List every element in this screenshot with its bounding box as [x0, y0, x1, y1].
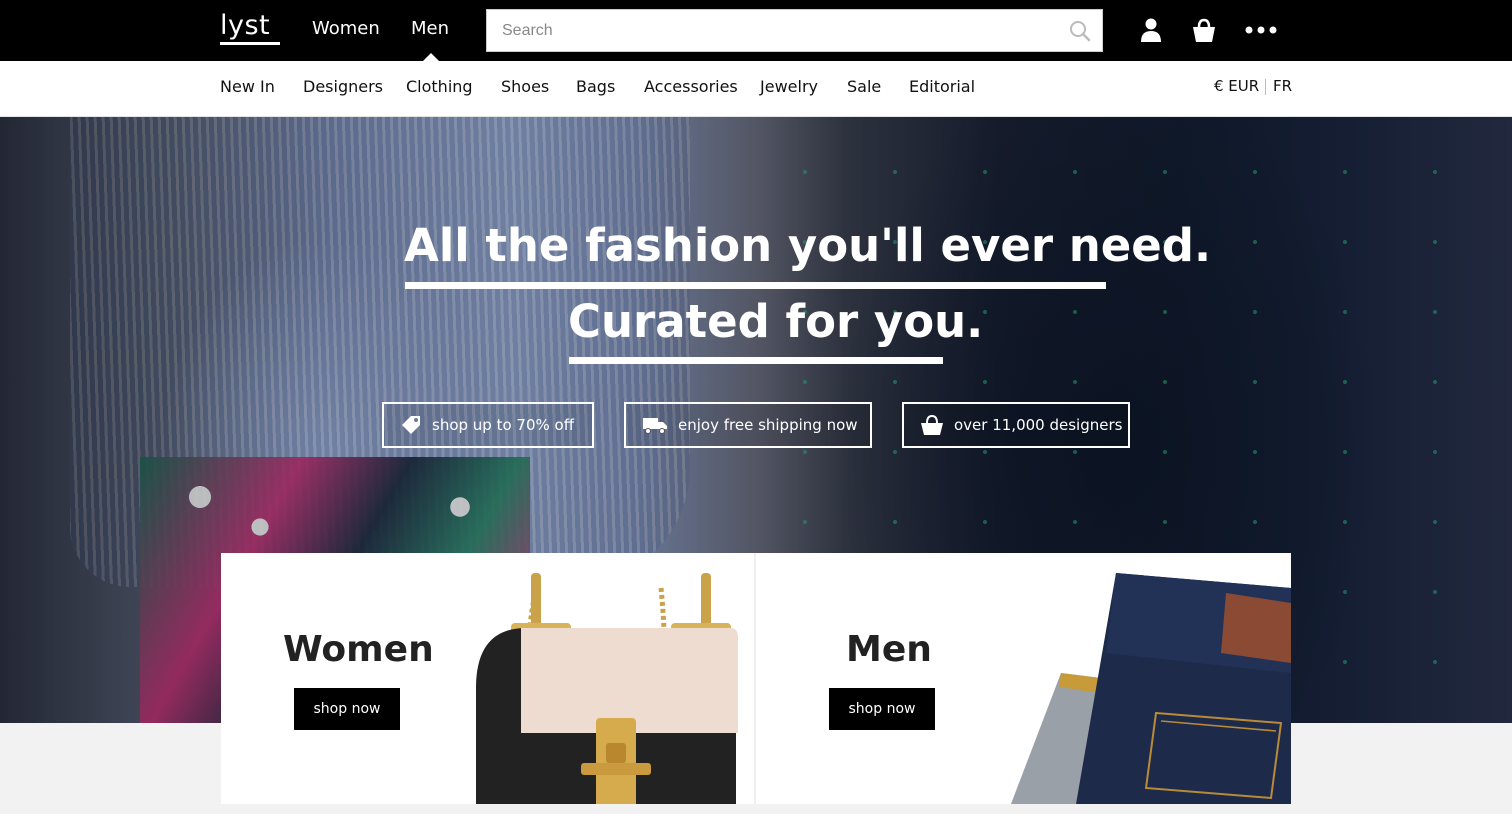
tag-icon: [402, 416, 420, 434]
nav-item-designers[interactable]: Designers: [303, 77, 383, 96]
subheadline-underline: [569, 357, 943, 364]
hero-headline: All the fashion you'll ever need.: [404, 219, 1212, 272]
perk-label: shop up to 70% off: [432, 416, 575, 434]
jeans-image: [1011, 573, 1291, 804]
perk-label: enjoy free shipping now: [678, 416, 858, 434]
headline-underline: [405, 282, 1106, 289]
currency-selector[interactable]: € EUR: [1214, 77, 1259, 95]
truck-icon: [643, 418, 667, 434]
more-icon[interactable]: [1244, 20, 1278, 40]
divider: [1265, 79, 1266, 95]
promo-card-men[interactable]: Men shop now: [756, 553, 1291, 804]
promo-cards: Women shop now Men shop now: [221, 553, 1291, 804]
logo-underline: [220, 42, 280, 45]
perk-sale-badge[interactable]: shop up to 70% off: [382, 402, 594, 448]
nav-item-clothing[interactable]: Clothing: [406, 77, 473, 96]
nav-item-jewelry[interactable]: Jewelry: [760, 77, 818, 96]
perk-shipping-badge[interactable]: enjoy free shipping now: [624, 402, 872, 448]
nav-item-bags[interactable]: Bags: [576, 77, 615, 96]
lyst-logo[interactable]: lyst: [220, 10, 270, 41]
active-tab-indicator: [423, 53, 439, 61]
hero-subheadline: Curated for you.: [568, 295, 984, 348]
language-selector[interactable]: FR: [1273, 77, 1292, 95]
shop-women-button[interactable]: shop now: [294, 688, 400, 730]
basket-icon: [921, 414, 943, 435]
search-input[interactable]: [487, 10, 1057, 51]
shop-men-button[interactable]: shop now: [829, 688, 935, 730]
tab-men[interactable]: Men: [411, 18, 449, 39]
user-icon[interactable]: [1137, 16, 1165, 44]
promo-card-title: Women: [283, 629, 434, 670]
shopping-bag-icon[interactable]: [1190, 16, 1218, 44]
perk-designers-badge[interactable]: over 11,000 designers: [902, 402, 1130, 448]
tab-women[interactable]: Women: [312, 18, 380, 39]
perk-label: over 11,000 designers: [954, 416, 1123, 434]
nav-item-new-in[interactable]: New In: [220, 77, 275, 96]
nav-item-accessories[interactable]: Accessories: [644, 77, 738, 96]
promo-card-women[interactable]: Women shop now: [221, 553, 754, 804]
search-box: [486, 9, 1103, 52]
handbag-image: [476, 573, 738, 804]
nav-item-sale[interactable]: Sale: [847, 77, 881, 96]
category-nav: New In Designers Clothing Shoes Bags Acc…: [0, 61, 1512, 117]
promo-card-title: Men: [846, 629, 932, 670]
top-bar: lyst Women Men: [0, 0, 1512, 61]
search-icon[interactable]: [1068, 19, 1092, 43]
nav-item-shoes[interactable]: Shoes: [501, 77, 549, 96]
nav-item-editorial[interactable]: Editorial: [909, 77, 975, 96]
